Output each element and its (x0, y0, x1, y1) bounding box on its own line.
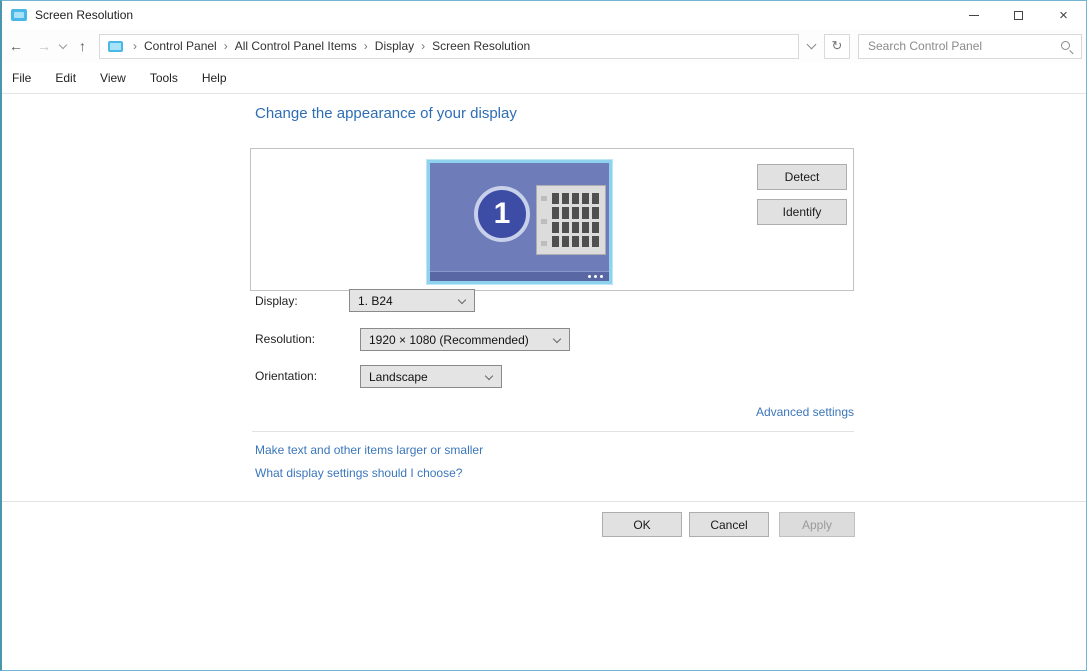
breadcrumb-all-control-panel-items[interactable]: All Control Panel Items (235, 39, 357, 53)
minimize-icon (968, 14, 979, 16)
minimize-button[interactable] (951, 1, 996, 29)
orientation-label: Orientation: (255, 369, 318, 383)
orientation-value: Landscape (369, 369, 428, 384)
title-bar: Screen Resolution × (2, 1, 1086, 29)
breadcrumb-separator: › (133, 39, 137, 53)
screen-resolution-window: Screen Resolution × ← → ↑ › Control Pane… (0, 0, 1087, 671)
maximize-button[interactable] (996, 1, 1041, 29)
advanced-settings-link[interactable]: Advanced settings (602, 405, 854, 419)
back-button[interactable]: ← (2, 39, 30, 53)
make-text-larger-link[interactable]: Make text and other items larger or smal… (255, 443, 483, 457)
search-box (858, 33, 1082, 59)
breadcrumb-separator: › (223, 39, 228, 53)
identify-button[interactable]: Identify (757, 199, 847, 225)
resolution-dropdown[interactable]: 1920 × 1080 (Recommended) (360, 328, 570, 351)
display-settings-help-link[interactable]: What display settings should I choose? (255, 466, 462, 480)
menu-bar: File Edit View Tools Help (2, 63, 1086, 94)
separator (2, 501, 1086, 502)
breadcrumb-separator: › (363, 39, 368, 53)
refresh-button[interactable]: ↻ (824, 33, 850, 59)
chevron-down-icon (552, 334, 562, 344)
breadcrumb-screen-resolution[interactable]: Screen Resolution (432, 39, 530, 53)
chevron-down-icon (457, 295, 467, 305)
app-icon (11, 9, 27, 21)
apply-button[interactable]: Apply (779, 512, 855, 537)
menu-tools[interactable]: Tools (150, 71, 178, 85)
recent-pages-chevron-icon[interactable] (58, 40, 68, 50)
search-icon (1060, 40, 1074, 54)
close-button[interactable]: × (1041, 1, 1086, 29)
close-icon: × (1059, 6, 1068, 24)
orientation-dropdown[interactable]: Landscape (360, 365, 502, 388)
monitor-number-badge: 1 (474, 186, 530, 242)
monitor-1-thumbnail[interactable]: 1 (427, 160, 612, 284)
menu-view[interactable]: View (100, 71, 126, 85)
separator (252, 431, 854, 432)
monitor-number: 1 (493, 197, 511, 230)
breadcrumb-separator: › (421, 39, 426, 53)
window-controls: × (951, 1, 1086, 29)
monitor-taskbar (430, 271, 609, 281)
resolution-label: Resolution: (255, 332, 316, 346)
display-value: 1. B24 (358, 293, 393, 308)
window-title: Screen Resolution (35, 8, 134, 22)
keypad-grid (552, 193, 599, 247)
mini-window-sidebar (541, 196, 547, 246)
menu-file[interactable]: File (12, 71, 31, 85)
chevron-down-icon (484, 371, 494, 381)
breadcrumb-control-panel[interactable]: Control Panel (144, 39, 217, 53)
page-title: Change the appearance of your display (255, 105, 517, 122)
menu-help[interactable]: Help (202, 71, 227, 85)
display-label: Display: (255, 294, 298, 308)
refresh-icon: ↻ (831, 38, 843, 53)
resolution-value: 1920 × 1080 (Recommended) (369, 332, 529, 347)
address-dropdown-chevron-icon[interactable] (806, 39, 817, 50)
address-bar: ← → ↑ › Control Panel › All Control Pane… (2, 29, 1086, 63)
detect-button[interactable]: Detect (757, 164, 847, 190)
ok-button[interactable]: OK (602, 512, 682, 537)
mini-window-icon (536, 185, 606, 255)
forward-button[interactable]: → (30, 39, 58, 53)
display-dropdown[interactable]: 1. B24 (349, 289, 475, 312)
cancel-button[interactable]: Cancel (689, 512, 769, 537)
up-button[interactable]: ↑ (72, 39, 93, 53)
ellipsis-dots-icon (588, 275, 603, 278)
breadcrumb: › Control Panel › All Control Panel Item… (99, 33, 799, 59)
search-input[interactable] (866, 35, 1056, 57)
location-icon (108, 40, 123, 52)
maximize-icon (1014, 10, 1023, 20)
breadcrumb-display[interactable]: Display (375, 39, 414, 53)
menu-edit[interactable]: Edit (55, 71, 76, 85)
